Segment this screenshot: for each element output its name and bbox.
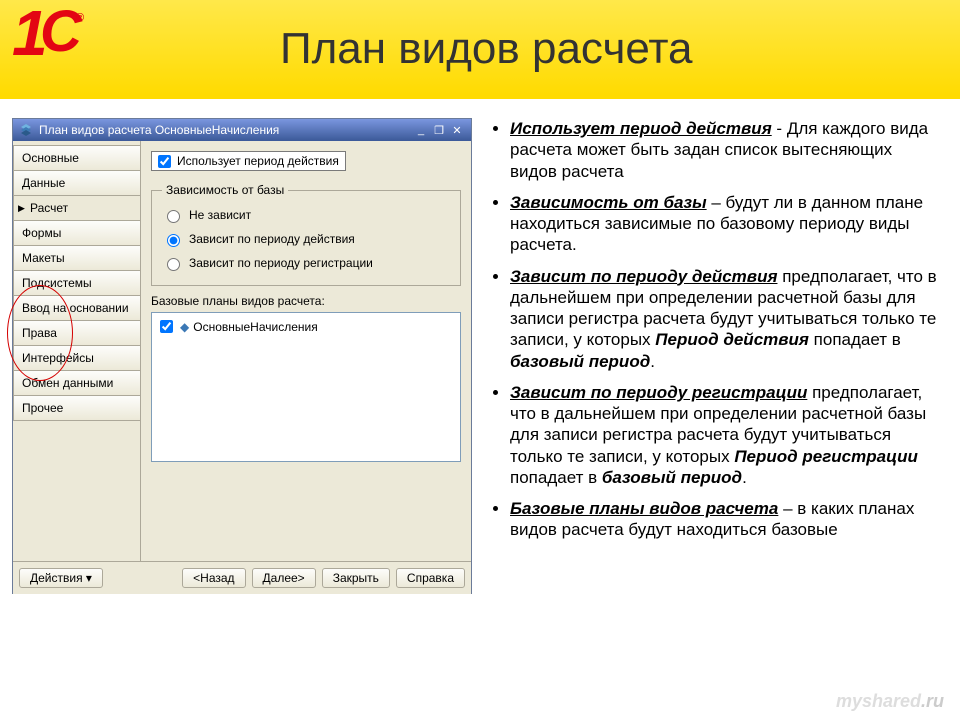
window-titlebar[interactable]: План видов расчета ОсновныеНачисления _ … bbox=[13, 119, 471, 141]
tab-3[interactable]: Формы bbox=[13, 220, 140, 246]
minimize-icon[interactable]: _ bbox=[413, 123, 429, 137]
help-button[interactable]: Справка bbox=[396, 568, 465, 588]
restore-icon[interactable]: ❐ bbox=[431, 123, 447, 137]
tab-5[interactable]: Подсистемы bbox=[13, 270, 140, 296]
logo-c: С bbox=[40, 0, 82, 65]
group-dependency-legend: Зависимость от базы bbox=[162, 183, 288, 197]
group-dependency: Зависимость от базы Не зависит Зависит по… bbox=[151, 183, 461, 286]
bullet-list: Использует период действия - Для каждого… bbox=[488, 118, 940, 710]
button-bar: Действия ▾ <Назад Далее> Закрыть Справка bbox=[13, 561, 471, 594]
list-item-label: ОсновныеНачисления bbox=[193, 320, 317, 334]
checkbox-use-period[interactable]: Использует период действия bbox=[151, 151, 346, 171]
checkbox-use-period-label: Использует период действия bbox=[177, 154, 339, 168]
checkbox-use-period-input[interactable] bbox=[158, 155, 171, 168]
tab-0[interactable]: Основные bbox=[13, 145, 140, 171]
actions-button[interactable]: Действия ▾ bbox=[19, 568, 103, 588]
tab-8[interactable]: Интерфейсы bbox=[13, 345, 140, 371]
tab-2[interactable]: Расчет bbox=[13, 195, 140, 221]
bullet-4: Базовые планы видов расчета – в каких пл… bbox=[510, 498, 940, 541]
radio-label-2: Зависит по периоду регистрации bbox=[189, 256, 373, 270]
tab-panel-raschet: Использует период действия Зависимость о… bbox=[141, 141, 471, 561]
radio-label-1: Зависит по периоду действия bbox=[189, 232, 355, 246]
tab-9[interactable]: Обмен данными bbox=[13, 370, 140, 396]
logo-1c: 1 С ® bbox=[14, 8, 84, 78]
radio-option-2[interactable]: Зависит по периоду регистрации bbox=[162, 251, 450, 275]
list-item-checkbox[interactable] bbox=[160, 320, 173, 333]
bullet-1: Зависимость от базы – будут ли в данном … bbox=[510, 192, 940, 256]
tab-6[interactable]: Ввод на основании bbox=[13, 295, 140, 321]
tab-7[interactable]: Права bbox=[13, 320, 140, 346]
slide-title: План видов расчета bbox=[280, 24, 693, 74]
close-button[interactable]: Закрыть bbox=[322, 568, 390, 588]
back-button[interactable]: <Назад bbox=[182, 568, 245, 588]
listbox-base-plans[interactable]: ◆ ОсновныеНачисления bbox=[151, 312, 461, 462]
window-title: План видов расчета ОсновныеНачисления bbox=[39, 123, 279, 137]
bullet-3: Зависит по периоду регистрации предполаг… bbox=[510, 382, 940, 488]
tab-10[interactable]: Прочее bbox=[13, 395, 140, 421]
window-icon bbox=[19, 123, 33, 137]
radio-label-0: Не зависит bbox=[189, 208, 251, 222]
app-window: План видов расчета ОсновныеНачисления _ … bbox=[12, 118, 472, 594]
watermark: myshared.ru bbox=[836, 691, 944, 712]
radio-input-1[interactable] bbox=[167, 234, 180, 247]
radio-option-1[interactable]: Зависит по периоду действия bbox=[162, 227, 450, 251]
next-button[interactable]: Далее> bbox=[252, 568, 316, 588]
radio-input-0[interactable] bbox=[167, 210, 180, 223]
radio-option-0[interactable]: Не зависит bbox=[162, 203, 450, 227]
tab-4[interactable]: Макеты bbox=[13, 245, 140, 271]
tab-list: ОсновныеДанныеРасчетФормыМакетыПодсистем… bbox=[13, 141, 141, 561]
tab-1[interactable]: Данные bbox=[13, 170, 140, 196]
close-icon[interactable]: ✕ bbox=[449, 123, 465, 137]
logo-reg: ® bbox=[76, 12, 84, 24]
bullet-0: Использует период действия - Для каждого… bbox=[510, 118, 940, 182]
bullet-2: Зависит по периоду действия предполагает… bbox=[510, 266, 940, 372]
plan-icon: ◆ bbox=[180, 320, 189, 334]
listbox-label: Базовые планы видов расчета: bbox=[151, 294, 461, 308]
list-item[interactable]: ◆ ОсновныеНачисления bbox=[156, 317, 456, 336]
radio-input-2[interactable] bbox=[167, 258, 180, 271]
